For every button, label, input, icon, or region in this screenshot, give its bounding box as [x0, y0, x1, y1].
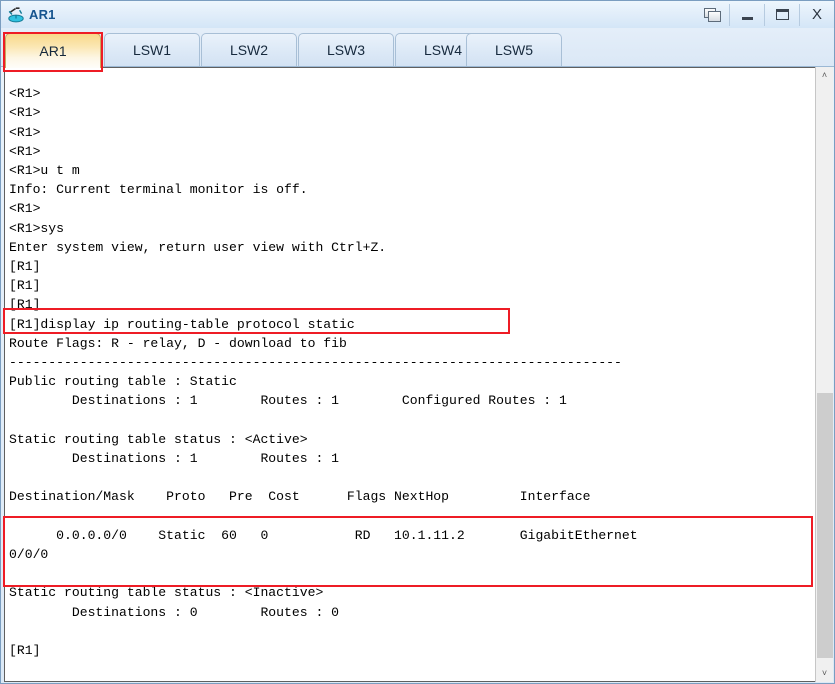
- tab-lsw2[interactable]: LSW2: [201, 33, 297, 66]
- window-controls: X: [695, 1, 834, 28]
- maximize-icon: [775, 9, 789, 20]
- router-console-window: AR1 X AR1 LSW1 LSW2 LSW3 LSW4 LSW5 <R1> …: [0, 0, 835, 684]
- scroll-down-button[interactable]: ˅: [816, 665, 833, 682]
- terminal-output-area[interactable]: <R1> <R1> <R1> <R1> <R1>u t m Info: Curr…: [4, 67, 833, 682]
- minimize-icon: [741, 16, 753, 20]
- terminal-vertical-scrollbar[interactable]: ˄ ˅: [815, 67, 833, 682]
- scrollbar-thumb[interactable]: [817, 393, 833, 658]
- minimize-button[interactable]: [729, 3, 764, 26]
- restore-icon: [703, 7, 721, 22]
- terminal-text: <R1> <R1> <R1> <R1> <R1>u t m Info: Curr…: [9, 86, 638, 658]
- chevron-down-icon: ˅: [821, 668, 828, 678]
- close-button[interactable]: X: [799, 3, 834, 26]
- title-bar: AR1 X: [1, 1, 834, 28]
- chevron-up-icon: ˄: [821, 70, 828, 80]
- tab-lsw5[interactable]: LSW5: [466, 33, 562, 66]
- tab-lsw1[interactable]: LSW1: [104, 33, 200, 66]
- device-tab-strip: AR1 LSW1 LSW2 LSW3 LSW4 LSW5: [1, 28, 834, 68]
- window-title: AR1: [29, 7, 56, 22]
- scroll-up-button[interactable]: ˄: [816, 67, 833, 84]
- tab-lsw3[interactable]: LSW3: [298, 33, 394, 66]
- maximize-button[interactable]: [764, 3, 799, 26]
- restore-button[interactable]: [695, 4, 729, 26]
- router-icon: [6, 5, 26, 25]
- close-icon: X: [811, 6, 822, 23]
- tab-ar1[interactable]: AR1: [5, 33, 101, 68]
